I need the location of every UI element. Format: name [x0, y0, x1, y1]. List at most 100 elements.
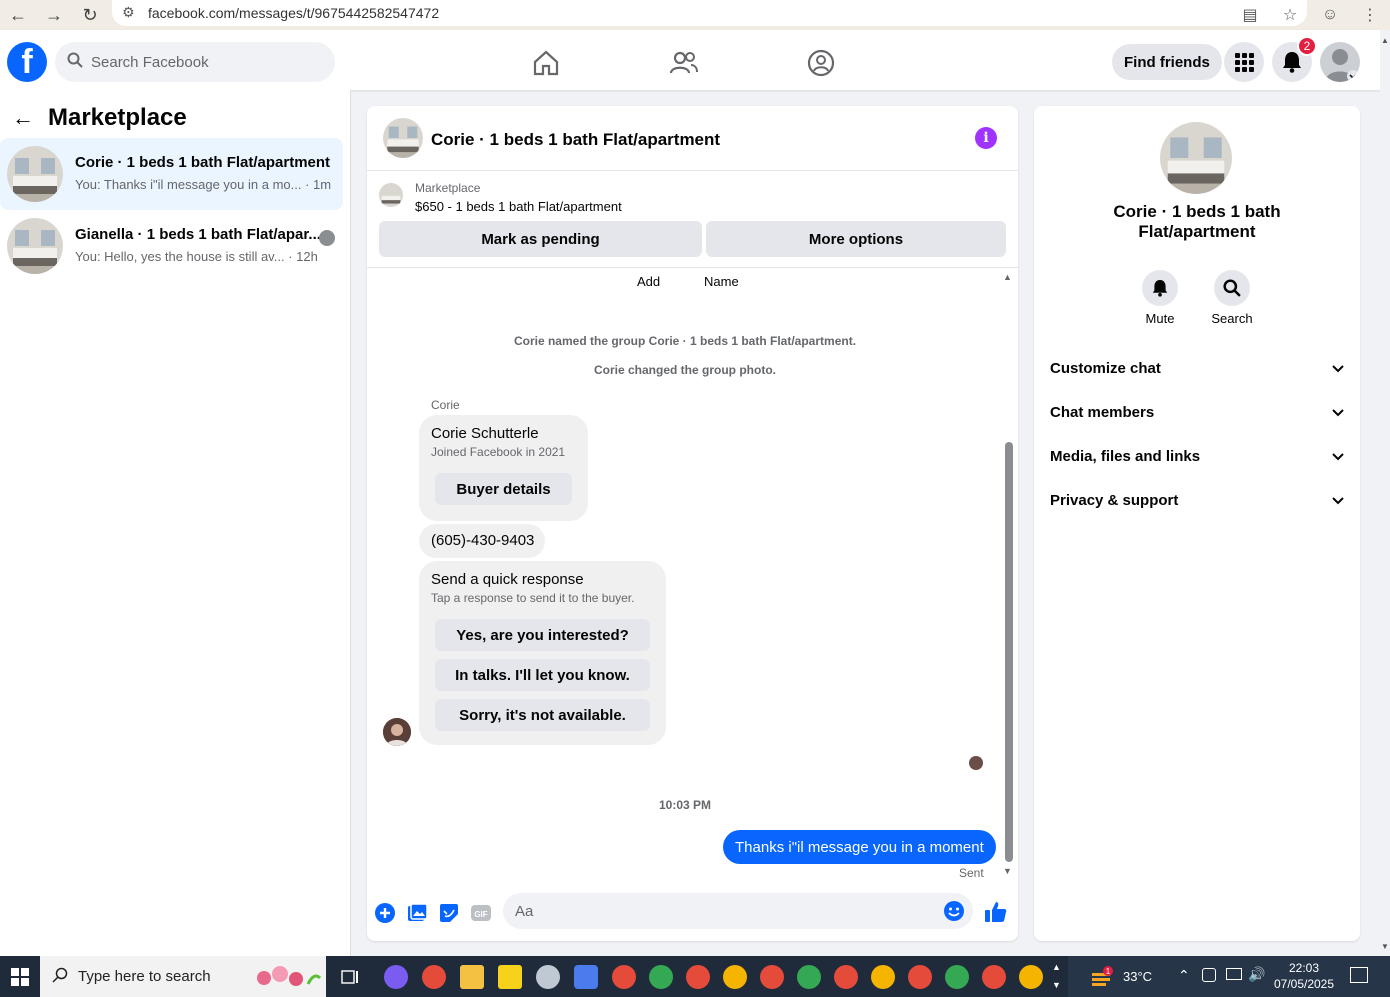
file-explorer-icon[interactable]	[460, 965, 484, 989]
back-arrow-icon[interactable]: ←	[12, 105, 34, 131]
find-friends-button[interactable]: Find friends	[1112, 44, 1222, 80]
search-in-chat-button[interactable]: Search	[1202, 270, 1262, 326]
back-icon[interactable]: ←	[0, 0, 36, 30]
temperature[interactable]: 33°C	[1123, 969, 1152, 984]
info-icon[interactable]: i	[975, 127, 997, 149]
reload-icon[interactable]: ↻	[72, 0, 108, 30]
friends-icon[interactable]	[669, 48, 699, 78]
search-input[interactable]: Search Facebook	[55, 42, 335, 82]
chrome-profile-icon[interactable]	[723, 965, 747, 989]
groups-icon[interactable]	[806, 48, 836, 78]
listing-source: Marketplace	[415, 181, 481, 195]
chat-details-avatar	[1160, 122, 1232, 194]
scroll-down-icon[interactable]: ▼	[1003, 866, 1012, 876]
network-icon[interactable]	[1226, 968, 1242, 980]
system-message: Corie named the group Corie · 1 beds 1 b…	[513, 334, 857, 348]
sticker-icon[interactable]	[438, 902, 460, 924]
chrome-app-icon[interactable]	[422, 965, 446, 989]
system-tray: 1 33°C ⌃ 🔊	[1068, 956, 1390, 997]
photo-icon[interactable]	[406, 902, 428, 924]
account-avatar[interactable]	[1320, 42, 1360, 82]
scroll-up-icon[interactable]: ▲	[1003, 272, 1012, 282]
conversation-item-gianella[interactable]: Gianella · 1 beds 1 bath Flat/apar... Yo…	[0, 210, 343, 282]
like-thumb-icon[interactable]	[984, 900, 1008, 924]
install-icon[interactable]: ▤	[1230, 5, 1270, 25]
home-icon[interactable]	[531, 48, 561, 78]
chrome-profile-icon[interactable]	[871, 965, 895, 989]
phone-bubble: (605)-430-9403	[419, 524, 545, 558]
chrome-profile-icon[interactable]	[945, 965, 969, 989]
taskbar-clock[interactable]: 22:03 07/05/2025	[1272, 960, 1336, 992]
media-files-links-section[interactable]: Media, files and links	[1050, 438, 1344, 474]
tray-chevron-up-icon[interactable]: ⌃	[1178, 967, 1190, 984]
windows-start-icon[interactable]	[0, 956, 40, 997]
task-view-icon[interactable]	[340, 967, 360, 987]
weather-icon[interactable]: 1	[1090, 965, 1114, 987]
scroll-thumb[interactable]	[1005, 442, 1013, 862]
customize-chat-section[interactable]: Customize chat	[1050, 350, 1344, 386]
chat-avatar[interactable]	[383, 118, 423, 158]
chrome-profile-icon[interactable]	[982, 965, 1006, 989]
my-message-bubble[interactable]: Thanks i"il message you in a moment	[723, 830, 996, 864]
conversation-preview: You: Thanks i"il message you in a mo... …	[75, 177, 332, 192]
quick-response-in-talks-button[interactable]: In talks. I'll let you know.	[435, 659, 650, 691]
site-settings-icon[interactable]: ⚙	[122, 4, 135, 21]
divider	[367, 267, 1018, 268]
volume-icon[interactable]: 🔊	[1248, 966, 1265, 983]
chrome-profile-icon[interactable]	[686, 965, 710, 989]
taskbar-search-input[interactable]: Type here to search	[40, 956, 326, 997]
menu-grid-icon[interactable]	[1224, 42, 1264, 82]
bookmark-star-icon[interactable]: ☆	[1270, 5, 1310, 25]
chrome-profile-icon[interactable]	[1019, 965, 1043, 989]
browser-toolbar: ← → ↻ ⚙ facebook.com/messages/t/96754425…	[0, 0, 1390, 30]
chrome-profile-icon[interactable]	[908, 965, 932, 989]
mute-button[interactable]: Mute	[1130, 270, 1190, 326]
notification-center-icon[interactable]	[1350, 967, 1368, 983]
chat-title[interactable]: Corie · 1 beds 1 bath Flat/apartment	[431, 130, 720, 150]
sender-avatar[interactable]	[383, 718, 411, 746]
more-options-button[interactable]: More options	[706, 221, 1006, 257]
chrome-profile-icon[interactable]	[612, 965, 636, 989]
facebook-logo[interactable]: f	[7, 42, 47, 82]
chat-scrollbar[interactable]: ▲ ▼	[1002, 272, 1014, 878]
chrome-profile-icon[interactable]	[834, 965, 858, 989]
quick-response-bubble: Send a quick response Tap a response to …	[419, 561, 666, 745]
system-message: Corie changed the group photo.	[594, 363, 776, 377]
listing-price[interactable]: $650 - 1 beds 1 bath Flat/apartment	[415, 199, 622, 214]
chrome-profile-icon[interactable]	[760, 965, 784, 989]
chrome-profile-icon[interactable]	[797, 965, 821, 989]
address-bar[interactable]: ⚙ facebook.com/messages/t/96754425825474…	[112, 0, 1307, 26]
plus-icon[interactable]	[374, 902, 396, 924]
search-icon	[52, 967, 68, 987]
name-label[interactable]: Name	[704, 274, 739, 289]
privacy-support-section[interactable]: Privacy & support	[1050, 482, 1344, 518]
sticky-notes-icon[interactable]	[498, 965, 522, 989]
scroll-up-icon[interactable]: ▲	[1381, 36, 1389, 45]
clock-time: 22:03	[1288, 961, 1320, 975]
marketplace-conversations-panel: ← Marketplace Corie · 1 beds 1 bath Flat…	[0, 90, 351, 956]
chevron-down-icon	[1332, 448, 1344, 465]
scroll-down-icon[interactable]: ▼	[1381, 942, 1389, 951]
page-scrollbar[interactable]: ▲ ▼	[1380, 30, 1390, 956]
profile-icon[interactable]: ☺	[1310, 6, 1350, 24]
paint-app-icon[interactable]	[536, 965, 560, 989]
meet-icon[interactable]	[1202, 968, 1216, 982]
notification-badge: 2	[1297, 36, 1317, 56]
menu-dots-icon[interactable]: ⋮	[1350, 5, 1390, 25]
buyer-details-button[interactable]: Buyer details	[435, 473, 572, 505]
quick-response-not-available-button[interactable]: Sorry, it's not available.	[435, 699, 650, 731]
quick-response-interested-button[interactable]: Yes, are you interested?	[435, 619, 650, 651]
gif-icon[interactable]: GIF	[470, 902, 492, 924]
copilot-app-icon[interactable]	[384, 965, 408, 989]
windows-taskbar: Type here to search ▲ ▼ 1 33°C ⌃ 🔊 22:03 …	[0, 956, 1390, 997]
add-label[interactable]: Add	[637, 274, 660, 289]
emoji-icon[interactable]	[943, 900, 965, 922]
message-input[interactable]: Aa	[503, 893, 973, 929]
chat-members-section[interactable]: Chat members	[1050, 394, 1344, 430]
m365-app-icon[interactable]	[574, 965, 598, 989]
chrome-profile-icon[interactable]	[649, 965, 673, 989]
forward-icon[interactable]: →	[36, 0, 72, 30]
taskbar-scroll[interactable]: ▲ ▼	[1052, 958, 1061, 994]
mark-as-pending-button[interactable]: Mark as pending	[379, 221, 702, 257]
conversation-item-corie[interactable]: Corie · 1 beds 1 bath Flat/apartment You…	[0, 138, 343, 210]
